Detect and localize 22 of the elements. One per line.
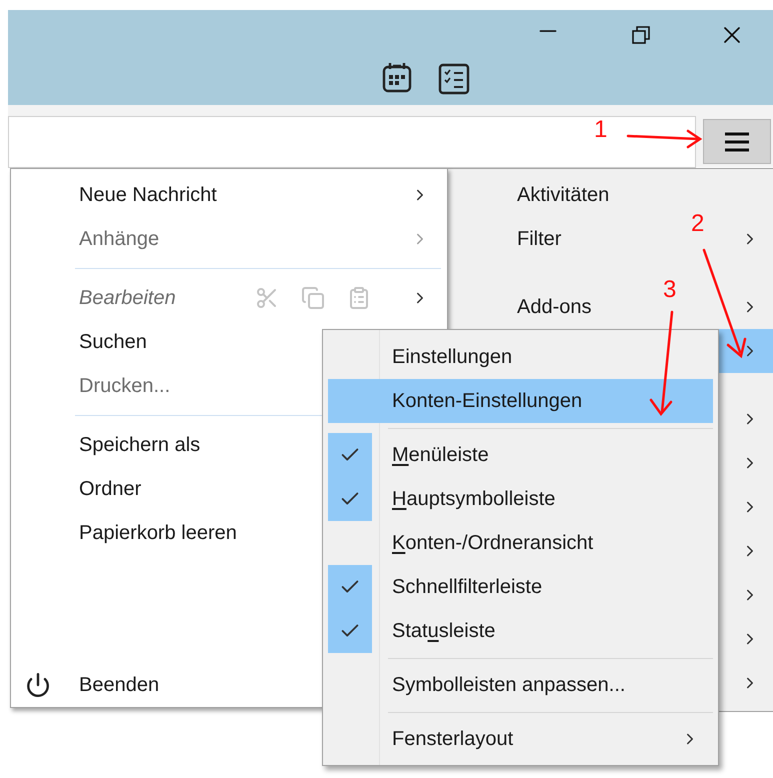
menu-button[interactable]: [703, 119, 771, 164]
menu-item[interactable]: Statusleiste: [328, 609, 713, 653]
menu-item[interactable]: Add-ons: [517, 292, 592, 322]
menu-item[interactable]: Aktivitäten: [517, 180, 610, 210]
menu-item[interactable]: Neue Nachricht: [11, 173, 447, 217]
restore-icon[interactable]: [630, 24, 652, 46]
calendar-icon[interactable]: [382, 61, 412, 93]
menu-item[interactable]: Symbolleisten anpassen...: [328, 663, 713, 707]
annotation-number: 2: [691, 212, 704, 236]
annotation-number: 3: [663, 278, 676, 302]
menu-item[interactable]: Konten-Einstellungen: [328, 379, 713, 423]
menu-item[interactable]: Konten-/Ordneransicht: [328, 521, 713, 565]
menu-item[interactable]: Fensterlayout: [328, 717, 713, 761]
annotation-number: 1: [594, 118, 608, 142]
menu-item[interactable]: Schnellfilterleiste: [328, 565, 713, 609]
menu-item[interactable]: Einstellungen: [328, 335, 713, 379]
menu-icon: [724, 130, 750, 152]
power-icon: [25, 672, 51, 698]
menu-item[interactable]: Filter: [517, 224, 562, 254]
task-list-icon[interactable]: [438, 63, 470, 95]
menu-item[interactable]: Menüleiste: [328, 433, 713, 477]
menu-item[interactable]: Hauptsymbolleiste: [328, 477, 713, 521]
